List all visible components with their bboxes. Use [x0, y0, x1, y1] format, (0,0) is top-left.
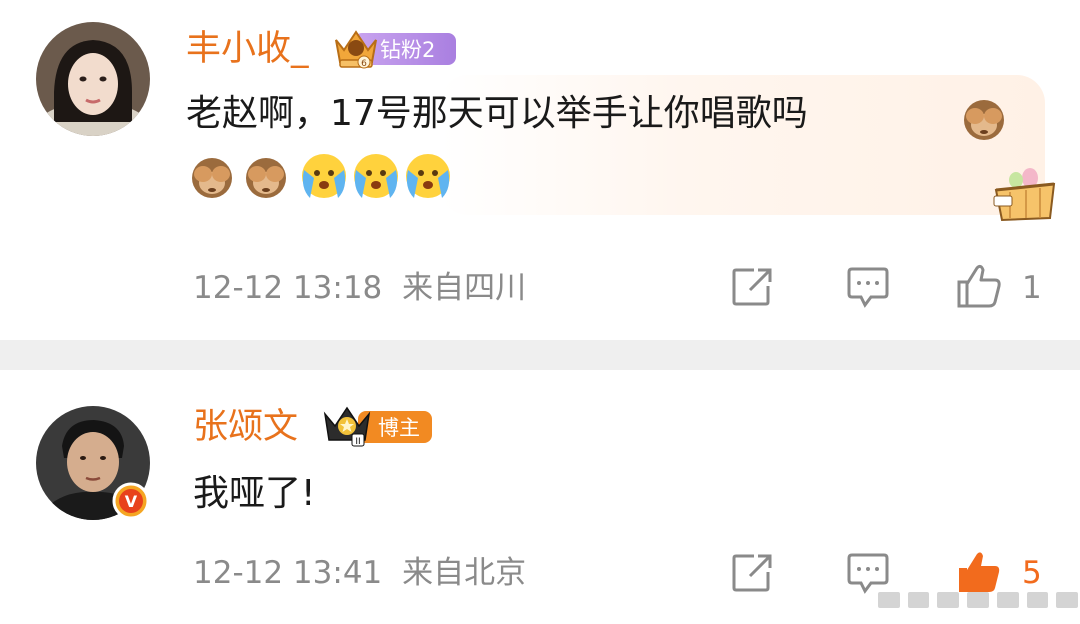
fan-badge[interactable]: 钻粉2 6	[330, 30, 456, 70]
like-thumb-active-icon[interactable]	[955, 548, 1003, 596]
blogger-crown-icon: II	[322, 404, 372, 448]
see-no-evil-monkey-icon	[958, 92, 1010, 144]
comment-text: 老赵啊，17号那天可以举手让你唱歌吗	[186, 93, 808, 134]
repost-icon[interactable]	[730, 552, 776, 594]
comment-time: 12-12 13:18	[193, 270, 383, 306]
crying-face-icon	[348, 148, 400, 200]
username[interactable]: 张颂文	[193, 410, 298, 445]
see-no-evil-monkey-icon	[240, 150, 292, 202]
comment-time: 12-12 13:41	[193, 555, 383, 591]
crying-face-icon	[400, 148, 452, 200]
comment-location: 来自四川	[402, 270, 527, 306]
repost-icon[interactable]	[730, 266, 776, 308]
like-thumb-icon[interactable]	[955, 262, 1003, 310]
crying-face-icon	[296, 148, 348, 200]
comment-item: 丰小收_ 钻粉2 6 老赵啊，17号那天可以举手让你唱歌吗 12-12 13:1…	[0, 0, 1080, 340]
avatar[interactable]	[36, 22, 150, 136]
fan-badge-label: 钻粉2	[380, 38, 436, 62]
comment-meta: 12-12 13:41 来自北京	[193, 558, 526, 589]
comment-location: 来自北京	[402, 555, 527, 591]
comment-icon[interactable]	[845, 266, 891, 310]
comment-meta: 12-12 13:18 来自四川	[193, 273, 526, 304]
diamond-fan-crown-icon: 6	[330, 26, 382, 72]
like-count: 5	[1022, 555, 1042, 591]
like-count: 1	[1022, 270, 1042, 306]
blogger-badge-label: 博主	[378, 416, 420, 440]
username[interactable]: 丰小收_	[186, 32, 309, 67]
see-no-evil-monkey-icon	[186, 150, 238, 202]
watermark	[878, 590, 1079, 610]
blogger-level: II	[355, 437, 360, 447]
comment-separator	[0, 340, 1080, 370]
verified-v-icon: V	[112, 482, 150, 520]
blogger-badge[interactable]: 博主 II	[322, 404, 432, 448]
comment-item: V 张颂文 博主 II 我哑了! 12-12 13:41 来自北京 5	[0, 370, 1080, 624]
verified-mark: V	[125, 492, 138, 511]
basket-sticker-icon	[990, 162, 1060, 226]
fan-level-number: 6	[361, 59, 367, 69]
comment-text: 我哑了!	[193, 473, 316, 514]
